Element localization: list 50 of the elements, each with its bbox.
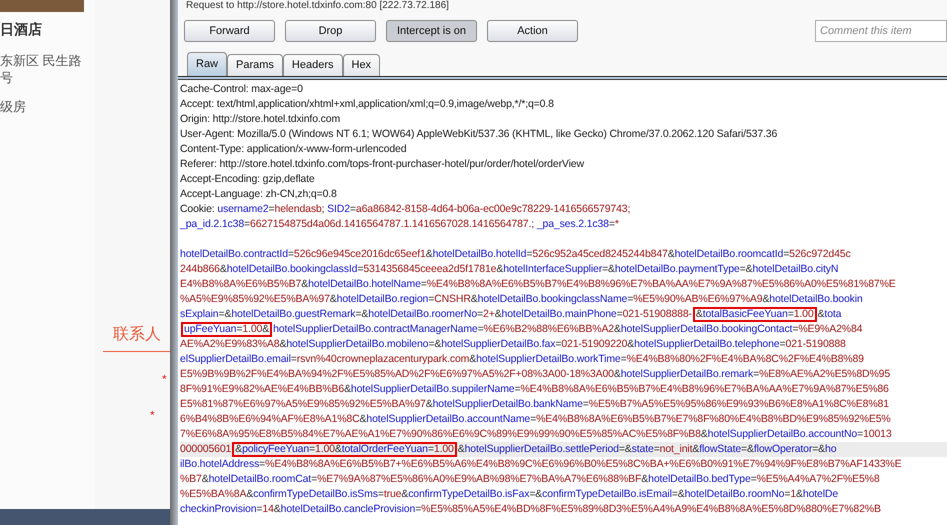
- body-text: %E5%BA%8A&confirmTypeDetailBo.isSms=true&confirmTypeDetailBo.isFax=&confirmTypeDetailBo.isEmail=&hotelDetailBo.roomNo=1&hotelDe: [180, 487, 838, 502]
- body-text: 7%E6%8A%95%E8%B5%84%E7%AE%A1%E7%90%86%E6%9C%89%E9%99%90%E5%85%AC%E5%8F%B8&hotelSupplierDetailBo.accountNo=10013: [180, 427, 892, 442]
- body-text: E5%9B%9B%2F%E4%BA%94%2F%E5%85%AD%2F%E6%97%A5%2F+08%3A00-18%3A00&hotelSupplierDetailBo.remark=%E8%AE%A2%E5%8D%95: [180, 367, 890, 382]
- body-text: hotelSupplierDetailBo.contractManagerName=%E6%B2%88%E6%BB%A2&hotelSupplierDetailBo.bookingContact=%E9%A2%84: [273, 322, 862, 337]
- body-text: ilBo.hotelAddress=%E4%B8%8A%E6%B5%B7+%E6%B5%A6%E4%B8%9C%E6%96%B0%E5%8C%BA+%E6%B0%91%E7%94%9F%E8%B7%AF1433%E: [180, 457, 902, 472]
- section-title: 联系人: [113, 325, 162, 345]
- body-text: checkinProvision=14&hotelDetailBo.cancleProvision=%E5%85%A5%E4%BD%8F%E5%89%8D3%E5%A4%A9%E4%B8%8A%E5%8D%880%E7%82%B: [180, 502, 881, 517]
- body-text: %B7&hotelDetailBo.roomCat=%E7%9A%87%E5%86%A0%E9%AB%98%E7%BA%A7%E6%88%BF&hotelDetailBo.bedType=%E5%A4%A7%2F%E5%8: [180, 472, 880, 487]
- body-text: 8F%91%E9%82%AE%E4%BB%B6&hotelSupplierDetailBo.suppilerName=%E4%B8%8A%E6%B5%B7%E4%B8%96%E7%BA%AA%E7%9A%87%E5%86: [180, 382, 889, 397]
- highlighted-text: &totalBasicFeeYuan=1.00: [692, 307, 817, 322]
- editor-tab[interactable]: Hex: [342, 54, 380, 76]
- header-line: Accept-Encoding: gzip,deflate: [180, 172, 316, 187]
- comment-field[interactable]: Comment this item: [815, 20, 947, 42]
- toolbar-button[interactable]: Drop: [285, 20, 376, 42]
- body-text: E5%81%87%E6%97%A5%E9%85%92%E5%BA%97&hotelSupplierDetailBo.bankName=%E5%B7%A5%E5%95%86%E9%93%B6%E8%A1%8C%E8%81: [180, 397, 889, 412]
- header-line: Accept: text/html,application/xhtml+xml,application/xml;q=0.9,image/webp,*/*;q=0.8: [180, 97, 555, 112]
- body-text: elSupplierDetailBo.email=rsvn%40crowneplazacenturypark.com&hotelSupplierDetailBo.workTime=%E4%B8%80%2F%E4%BA%8C%2F%E4%B8%89: [180, 352, 864, 367]
- body-text: AE%A2%E9%83%A8&hotelSupplierDetailBo.mobileno=&hotelSupplierDetailBo.fax=021-51909220&hotelSupplierDetailBo.telephone=021-5190888: [180, 337, 846, 352]
- body-text: 000005601: [180, 442, 232, 457]
- highlighted-text: &policyFeeYuan=1.00&totalOrderFeeYuan=1.00: [232, 442, 457, 457]
- header-line: _pa_id.2.1c38=6627154875d4a06d.1416564787.1.1416567028.1416564787.; _pa_ses.2.1c38=*: [180, 217, 620, 232]
- toolbar-button[interactable]: Action: [487, 20, 578, 42]
- hotel-address: 号: [0, 69, 14, 86]
- body-text: &hotelSupplierDetailBo.settlePeriod=&state=not_init&flowState=&flowOperator=&ho: [458, 442, 836, 457]
- body-text: %A5%E9%85%92%E5%BA%97&hotelDetailBo.region=CNSHR&hotelDetailBo.bookingclassName=%E5%90%AB%E6%97%A9&hotelDetailBo.bookin: [180, 292, 863, 307]
- toolbar-button[interactable]: Forward: [184, 20, 275, 42]
- header-line: Cache-Control: max-age=0: [180, 82, 304, 97]
- request-title: Request to http://store.hotel.tdxinfo.com:80 [222.73.72.186]: [185, 0, 450, 11]
- hotel-address: 东新区 民生路: [0, 52, 83, 69]
- hotel-name: 日酒店: [0, 20, 43, 38]
- editor-tab[interactable]: Params: [227, 54, 283, 76]
- header-line: Origin: http://store.hotel.tdxinfo.com: [180, 112, 342, 127]
- required-mark: *: [162, 371, 167, 388]
- editor-tab[interactable]: Raw: [187, 52, 228, 76]
- body-text: sExplain=&hotelDetailBo.guestRemark=&hotelDetailBo.roomerNo=2+&hotelDetailBo.mainPhone=021-51908888-: [180, 307, 692, 322]
- header-line: Cookie: username2=helendasb; SID2=a6a86842-8158-4d64-b06a-ec00e9c78229-1416566579743;: [180, 202, 632, 217]
- header-line: Referer: http://store.hotel.tdxinfo.com/tops-front-purchaser-hotel/pur/order/hotel/orderView: [180, 157, 585, 172]
- required-mark: *: [150, 407, 155, 424]
- body-text: &tota: [818, 307, 842, 322]
- highlighted-text: upFeeYuan=1.00&: [181, 322, 272, 337]
- editor-tab[interactable]: Headers: [282, 54, 342, 76]
- header-line: Content-Type: application/x-www-form-urlencoded: [180, 142, 408, 157]
- room-type: 级房: [0, 98, 27, 115]
- body-text: E4%B8%8A%E6%B5%B7&hotelDetailBo.hotelName=%E4%B8%8A%E6%B5%B7%E4%B8%96%E7%BA%AA%E7%9A%87%E5%86%A0%E5%81%87%E: [180, 277, 896, 292]
- body-text: 6%B4%8B%E6%94%AF%E8%A1%8C&hotelSupplierDetailBo.accountName=%E4%B8%8A%E6%B5%B7%E7%8F%80%E4%B8%BD%E9%85%92%E5%: [180, 412, 891, 427]
- body-text: 244b866&hotelDetailBo.bookingclassId=5314356845ceeea2d5f1781e&hotelInterfaceSupplier=&hotelDetailBo.paymentType=&hotelDetailBo.cityN: [180, 262, 838, 277]
- toolbar-button[interactable]: Intercept is on: [386, 20, 477, 42]
- header-line: Accept-Language: zh-CN,zh;q=0.8: [180, 187, 338, 202]
- header-line: User-Agent: Mozilla/5.0 (Windows NT 6.1; WOW64) AppleWebKit/537.36 (KHTML, like Gecko) Chrome/37.0.2062.120 Safari/537.36: [180, 127, 778, 142]
- body-text: hotelDetailBo.contractId=526c96e945ce2016dc65eef1&hotelDetailBo.hotelId=526c952a45ced8245244b847&hotelDetailBo.roomcatId=526c972d45c: [180, 247, 851, 262]
